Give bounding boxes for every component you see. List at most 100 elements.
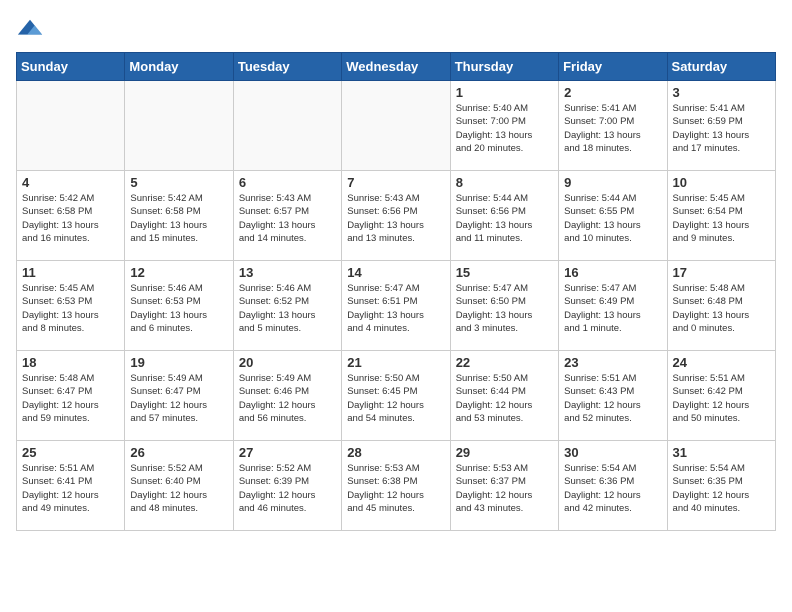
- day-info: Sunrise: 5:51 AM Sunset: 6:43 PM Dayligh…: [564, 372, 661, 425]
- logo-icon: [16, 16, 44, 44]
- day-number: 19: [130, 355, 227, 370]
- calendar-table: SundayMondayTuesdayWednesdayThursdayFrid…: [16, 52, 776, 531]
- day-number: 7: [347, 175, 444, 190]
- day-number: 2: [564, 85, 661, 100]
- day-number: 21: [347, 355, 444, 370]
- day-info: Sunrise: 5:48 AM Sunset: 6:47 PM Dayligh…: [22, 372, 119, 425]
- day-number: 17: [673, 265, 770, 280]
- calendar-cell: 4Sunrise: 5:42 AM Sunset: 6:58 PM Daylig…: [17, 171, 125, 261]
- day-info: Sunrise: 5:53 AM Sunset: 6:38 PM Dayligh…: [347, 462, 444, 515]
- day-info: Sunrise: 5:49 AM Sunset: 6:47 PM Dayligh…: [130, 372, 227, 425]
- column-header-thursday: Thursday: [450, 53, 558, 81]
- calendar-cell: 12 Sunrise: 5:46 AM Sunset: 6:53 PM Dayli…: [125, 261, 233, 351]
- day-number: 22: [456, 355, 553, 370]
- day-number: 26: [130, 445, 227, 460]
- day-info: Sunrise: 5:50 AM Sunset: 6:44 PM Dayligh…: [456, 372, 553, 425]
- calendar-cell: 15 Sunrise: 5:47 AM Sunset: 6:50 PM Dayli…: [450, 261, 558, 351]
- calendar-week-row: 11 Sunrise: 5:45 AM Sunset: 6:53 PM Dayli…: [17, 261, 776, 351]
- day-info: Sunrise: 5:45 AM Sunset: 6:54 PM Dayligh…: [673, 192, 770, 245]
- day-number: 15: [456, 265, 553, 280]
- day-number: 11: [22, 265, 119, 280]
- calendar-cell: 8Sunrise: 5:44 AM Sunset: 6:56 PM Daylig…: [450, 171, 558, 261]
- day-number: 6: [239, 175, 336, 190]
- calendar-cell: 31Sunrise: 5:54 AM Sunset: 6:35 PM Dayli…: [667, 441, 775, 531]
- day-info: Sunrise: 5:41 AM Sunset: 7:00 PM Dayligh…: [564, 102, 661, 155]
- day-info: Sunrise: 5:51 AM Sunset: 6:42 PM Dayligh…: [673, 372, 770, 425]
- calendar-week-row: 4 Sunrise: 5:42 AM Sunset: 6:58 PM Daylig…: [17, 171, 776, 261]
- calendar-cell: 29Sunrise: 5:53 AM Sunset: 6:37 PM Dayli…: [450, 441, 558, 531]
- logo: [16, 16, 48, 44]
- day-number: 20: [239, 355, 336, 370]
- calendar-cell: 24Sunrise: 5:51 AM Sunset: 6:42 PM Dayli…: [667, 351, 775, 441]
- day-info: Sunrise: 5:47 AM Sunset: 6:50 PM Dayligh…: [456, 282, 553, 335]
- day-info: Sunrise: 5:43 AM Sunset: 6:56 PM Dayligh…: [347, 192, 444, 245]
- calendar-cell: 16 Sunrise: 5:47 AM Sunset: 6:49 PM Dayli…: [559, 261, 667, 351]
- day-info: Sunrise: 5:52 AM Sunset: 6:39 PM Dayligh…: [239, 462, 336, 515]
- calendar-cell: 6 Sunrise: 5:43 AM Sunset: 6:57 PM Daylig…: [233, 171, 341, 261]
- day-number: 25: [22, 445, 119, 460]
- calendar-cell: 14 Sunrise: 5:47 AM Sunset: 6:51 PM Dayli…: [342, 261, 450, 351]
- day-number: 10: [673, 175, 770, 190]
- day-number: 4: [22, 175, 119, 190]
- day-info: Sunrise: 5:44 AM Sunset: 6:56 PM Dayligh…: [456, 192, 553, 245]
- day-number: 9: [564, 175, 661, 190]
- day-number: 14: [347, 265, 444, 280]
- calendar-week-row: 1 Sunrise: 5:40 AM Sunset: 7:00 PM Daylig…: [17, 81, 776, 171]
- calendar-cell: 9 Sunrise: 5:44 AM Sunset: 6:55 PM Daylig…: [559, 171, 667, 261]
- day-number: 13: [239, 265, 336, 280]
- calendar-cell: 2 Sunrise: 5:41 AM Sunset: 7:00 PM Daylig…: [559, 81, 667, 171]
- calendar-cell: 3Sunrise: 5:41 AM Sunset: 6:59 PM Daylig…: [667, 81, 775, 171]
- day-number: 30: [564, 445, 661, 460]
- day-info: Sunrise: 5:40 AM Sunset: 7:00 PM Dayligh…: [456, 102, 553, 155]
- day-number: 12: [130, 265, 227, 280]
- calendar-cell: 25 Sunrise: 5:51 AM Sunset: 6:41 PM Dayli…: [17, 441, 125, 531]
- calendar-cell: 23 Sunrise: 5:51 AM Sunset: 6:43 PM Dayli…: [559, 351, 667, 441]
- day-info: Sunrise: 5:47 AM Sunset: 6:51 PM Dayligh…: [347, 282, 444, 335]
- column-header-saturday: Saturday: [667, 53, 775, 81]
- day-info: Sunrise: 5:49 AM Sunset: 6:46 PM Dayligh…: [239, 372, 336, 425]
- calendar-cell: 28 Sunrise: 5:53 AM Sunset: 6:38 PM Dayli…: [342, 441, 450, 531]
- calendar-cell: 17 Sunrise: 5:48 AM Sunset: 6:48 PM Dayli…: [667, 261, 775, 351]
- calendar-cell: 21Sunrise: 5:50 AM Sunset: 6:45 PM Dayli…: [342, 351, 450, 441]
- day-number: 31: [673, 445, 770, 460]
- day-info: Sunrise: 5:43 AM Sunset: 6:57 PM Dayligh…: [239, 192, 336, 245]
- calendar-cell: 10 Sunrise: 5:45 AM Sunset: 6:54 PM Dayli…: [667, 171, 775, 261]
- day-number: 18: [22, 355, 119, 370]
- calendar-cell: [17, 81, 125, 171]
- day-info: Sunrise: 5:41 AM Sunset: 6:59 PM Dayligh…: [673, 102, 770, 155]
- day-info: Sunrise: 5:48 AM Sunset: 6:48 PM Dayligh…: [673, 282, 770, 335]
- day-info: Sunrise: 5:54 AM Sunset: 6:36 PM Dayligh…: [564, 462, 661, 515]
- day-number: 16: [564, 265, 661, 280]
- day-info: Sunrise: 5:45 AM Sunset: 6:53 PM Dayligh…: [22, 282, 119, 335]
- day-info: Sunrise: 5:53 AM Sunset: 6:37 PM Dayligh…: [456, 462, 553, 515]
- day-info: Sunrise: 5:44 AM Sunset: 6:55 PM Dayligh…: [564, 192, 661, 245]
- calendar-cell: 11 Sunrise: 5:45 AM Sunset: 6:53 PM Dayli…: [17, 261, 125, 351]
- day-info: Sunrise: 5:52 AM Sunset: 6:40 PM Dayligh…: [130, 462, 227, 515]
- page-header: [16, 16, 776, 44]
- calendar-cell: 26 Sunrise: 5:52 AM Sunset: 6:40 PM Dayli…: [125, 441, 233, 531]
- calendar-week-row: 25 Sunrise: 5:51 AM Sunset: 6:41 PM Dayli…: [17, 441, 776, 531]
- day-info: Sunrise: 5:51 AM Sunset: 6:41 PM Dayligh…: [22, 462, 119, 515]
- calendar-cell: [342, 81, 450, 171]
- day-number: 5: [130, 175, 227, 190]
- day-number: 1: [456, 85, 553, 100]
- day-info: Sunrise: 5:46 AM Sunset: 6:52 PM Dayligh…: [239, 282, 336, 335]
- column-header-friday: Friday: [559, 53, 667, 81]
- day-info: Sunrise: 5:47 AM Sunset: 6:49 PM Dayligh…: [564, 282, 661, 335]
- day-number: 28: [347, 445, 444, 460]
- day-number: 23: [564, 355, 661, 370]
- calendar-cell: 20 Sunrise: 5:49 AM Sunset: 6:46 PM Dayli…: [233, 351, 341, 441]
- calendar-cell: [233, 81, 341, 171]
- calendar-week-row: 18 Sunrise: 5:48 AM Sunset: 6:47 PM Dayli…: [17, 351, 776, 441]
- calendar-header-row: SundayMondayTuesdayWednesdayThursdayFrid…: [17, 53, 776, 81]
- calendar-cell: 7 Sunrise: 5:43 AM Sunset: 6:56 PM Daylig…: [342, 171, 450, 261]
- calendar-cell: 13 Sunrise: 5:46 AM Sunset: 6:52 PM Dayli…: [233, 261, 341, 351]
- day-info: Sunrise: 5:46 AM Sunset: 6:53 PM Dayligh…: [130, 282, 227, 335]
- calendar-cell: 19 Sunrise: 5:49 AM Sunset: 6:47 PM Dayli…: [125, 351, 233, 441]
- calendar-cell: 22 Sunrise: 5:50 AM Sunset: 6:44 PM Dayli…: [450, 351, 558, 441]
- column-header-tuesday: Tuesday: [233, 53, 341, 81]
- calendar-cell: 1 Sunrise: 5:40 AM Sunset: 7:00 PM Daylig…: [450, 81, 558, 171]
- day-info: Sunrise: 5:42 AM Sunset: 6:58 PM Dayligh…: [130, 192, 227, 245]
- column-header-sunday: Sunday: [17, 53, 125, 81]
- calendar-cell: 5 Sunrise: 5:42 AM Sunset: 6:58 PM Daylig…: [125, 171, 233, 261]
